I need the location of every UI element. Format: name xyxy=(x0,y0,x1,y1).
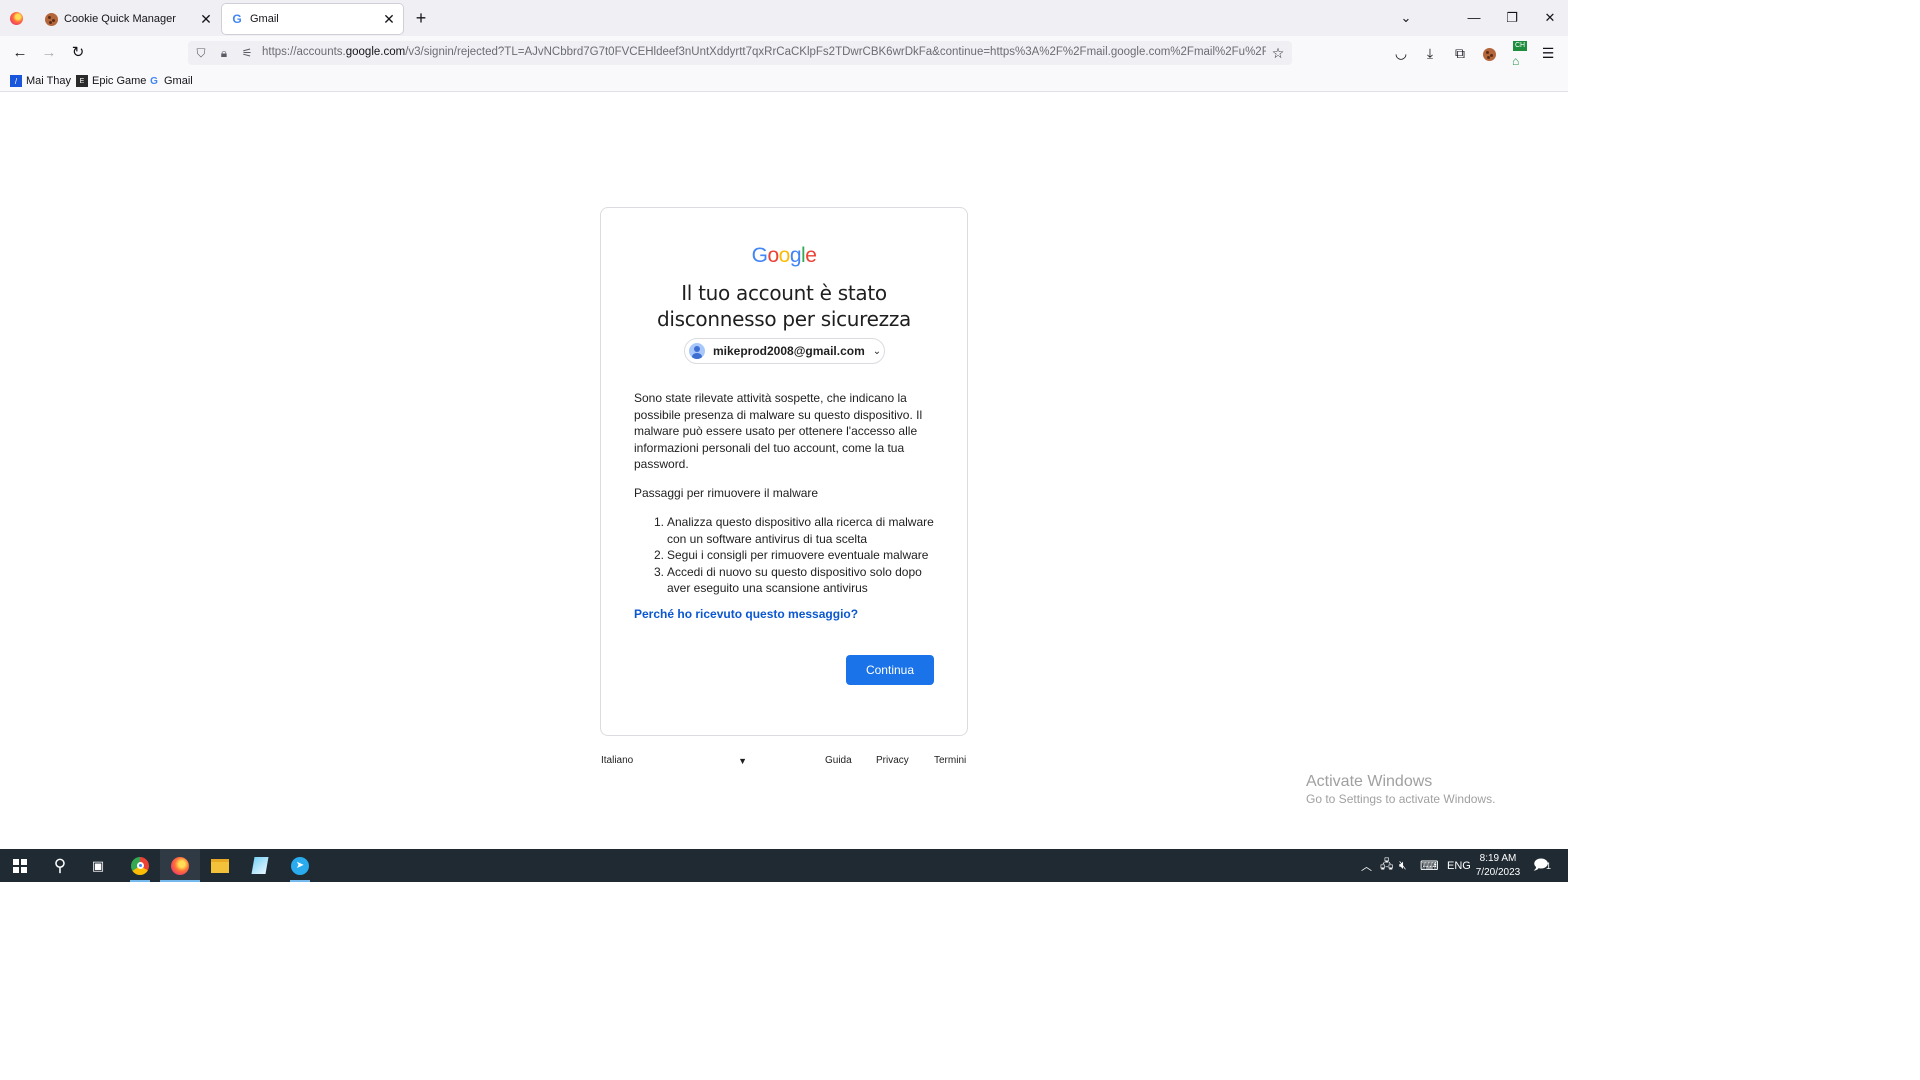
why-message-link[interactable]: Perché ho ricevuto questo messaggio? xyxy=(634,607,858,621)
bookmark-label: Mai Thay xyxy=(26,75,72,87)
file-explorer-icon[interactable] xyxy=(200,849,240,882)
show-hidden-icons-icon[interactable]: ︿ xyxy=(1361,849,1372,882)
privacy-link[interactable]: Privacy xyxy=(876,755,909,766)
extension-ch-icon[interactable]: CH ⌂ xyxy=(1507,41,1531,68)
minimize-icon[interactable]: — xyxy=(1455,4,1493,32)
close-tab-icon[interactable]: ✕ xyxy=(196,11,216,28)
google-logo-letter: g xyxy=(789,244,802,267)
google-logo-letter: G xyxy=(751,244,768,267)
lock-icon[interactable]: 🔒︎ xyxy=(215,44,233,62)
warning-message: Sono state rilevate attività sospette, c… xyxy=(634,391,923,471)
volume-muted-icon[interactable]: 🔇︎ xyxy=(1399,849,1407,882)
tab-bar: Cookie Quick Manager ✕ G Gmail ✕ + ⌄ — ❐… xyxy=(0,0,1568,36)
bookmarks-toolbar: / Mai Thay E Epic Game G Gmail xyxy=(0,70,1568,92)
notepad-app-icon[interactable] xyxy=(240,849,280,882)
google-logo-letter: o xyxy=(778,244,791,267)
account-chip[interactable]: mikeprod2008@gmail.com ⌄ xyxy=(684,338,885,364)
google-g-icon: G xyxy=(232,12,242,26)
bookmark-star-icon[interactable]: ☆ xyxy=(1269,44,1287,62)
url-text[interactable]: https://accounts.google.com/v3/signin/re… xyxy=(262,46,1266,58)
task-view-icon[interactable]: ▣ xyxy=(78,849,118,882)
list-item: 3. Accedi di nuovo su questo dispositivo … xyxy=(654,564,922,596)
steps-title: Passaggi per rimuovere il malware xyxy=(634,486,819,500)
cookie-manager-extension-icon[interactable] xyxy=(1477,41,1501,65)
language-select[interactable]: Italiano ▼ xyxy=(601,755,749,769)
avatar-icon xyxy=(689,343,705,359)
tracking-protection-shield-icon[interactable]: ⛉ xyxy=(192,44,210,62)
bookmark-mai-thay[interactable]: / Mai Thay xyxy=(10,73,71,89)
bookmark-epic-game[interactable]: E Epic Game xyxy=(76,73,146,89)
reload-icon[interactable]: ↻ xyxy=(66,41,90,65)
clock[interactable]: 8:19 AM 7/20/2023 xyxy=(1470,852,1526,880)
start-button[interactable] xyxy=(0,849,40,882)
address-bar[interactable]: ⛉ 🔒︎ ⚟ https://accounts.google.com/v3/si… xyxy=(188,41,1292,65)
bookmark-gmail[interactable]: G Gmail xyxy=(148,73,193,89)
google-logo-letter: e xyxy=(805,244,817,267)
extensions-icon[interactable]: ⧉ xyxy=(1448,41,1472,65)
bookmark-label: Epic Game xyxy=(92,75,147,87)
forward-icon[interactable]: → xyxy=(37,41,61,65)
terms-link[interactable]: Termini xyxy=(934,755,966,766)
taskbar: ⚲ ▣ ➤ ︿ 🖧︎ 🔇︎ ⌨ ENG 🗩︎ 1 xyxy=(0,849,1568,882)
activate-windows-watermark: Activate Windows Go to Settings to activ… xyxy=(1306,773,1495,806)
language-label: Italiano xyxy=(601,755,634,766)
network-icon[interactable]: 🖧︎ xyxy=(1380,849,1393,882)
google-logo: Google xyxy=(0,244,1568,268)
close-window-icon[interactable]: ✕ xyxy=(1531,4,1569,32)
caret-down-icon: ▼ xyxy=(738,756,747,766)
input-language[interactable]: ENG xyxy=(1447,849,1471,882)
firefox-icon[interactable] xyxy=(160,849,200,882)
google-g-icon: G xyxy=(150,75,158,87)
list-item: 2. Segui i consigli per rimuovere eventua… xyxy=(654,548,929,562)
epic-games-icon: E xyxy=(76,75,88,87)
cookie-icon xyxy=(44,12,58,26)
chrome-icon[interactable] xyxy=(120,849,160,882)
bookmark-favicon-icon: / xyxy=(10,75,22,87)
telegram-icon[interactable]: ➤ xyxy=(280,849,320,882)
notification-count: 1 xyxy=(1546,861,1552,871)
keyboard-icon[interactable]: ⌨ xyxy=(1420,849,1439,882)
list-item: 1. Analizza questo dispositivo alla ricer… xyxy=(654,515,934,546)
continue-button[interactable]: Continua xyxy=(846,655,934,685)
restore-icon[interactable]: ❐ xyxy=(1493,4,1531,32)
tab-gmail[interactable]: G Gmail ✕ xyxy=(222,4,403,34)
permissions-icon[interactable]: ⚟ xyxy=(238,44,256,62)
back-icon[interactable]: ← xyxy=(8,41,32,65)
firefox-view-icon[interactable] xyxy=(10,12,23,25)
menu-icon[interactable]: ☰ xyxy=(1536,41,1560,65)
page-title: Il tuo account è stato disconnesso per s… xyxy=(656,281,912,331)
list-all-tabs-icon[interactable]: ⌄ xyxy=(1387,4,1425,32)
tab-title: Cookie Quick Manager xyxy=(64,13,176,25)
watermark-subtitle: Go to Settings to activate Windows. xyxy=(1306,792,1496,806)
downloads-icon[interactable]: ⤓ xyxy=(1418,41,1442,65)
close-tab-icon[interactable]: ✕ xyxy=(379,11,399,28)
clock-date: 7/20/2023 xyxy=(1475,867,1521,878)
watermark-title: Activate Windows xyxy=(1306,773,1433,790)
new-tab-icon[interactable]: + xyxy=(410,6,432,30)
windows-logo-icon xyxy=(13,858,27,873)
clock-time: 8:19 AM xyxy=(1479,853,1517,864)
bookmark-label: Gmail xyxy=(164,75,193,87)
google-logo-letter: o xyxy=(767,244,779,267)
tab-title: Gmail xyxy=(250,13,279,25)
pocket-icon[interactable]: ◡ xyxy=(1389,41,1413,65)
steps-list: 1. Analizza questo dispositivo alla ricer… xyxy=(634,514,934,597)
tab-cookie-quick-manager[interactable]: Cookie Quick Manager ✕ xyxy=(36,4,220,34)
search-icon[interactable]: ⚲ xyxy=(40,849,80,882)
help-link[interactable]: Guida xyxy=(825,755,852,766)
chevron-down-icon: ⌄ xyxy=(872,345,882,357)
account-email: mikeprod2008@gmail.com xyxy=(713,344,865,358)
